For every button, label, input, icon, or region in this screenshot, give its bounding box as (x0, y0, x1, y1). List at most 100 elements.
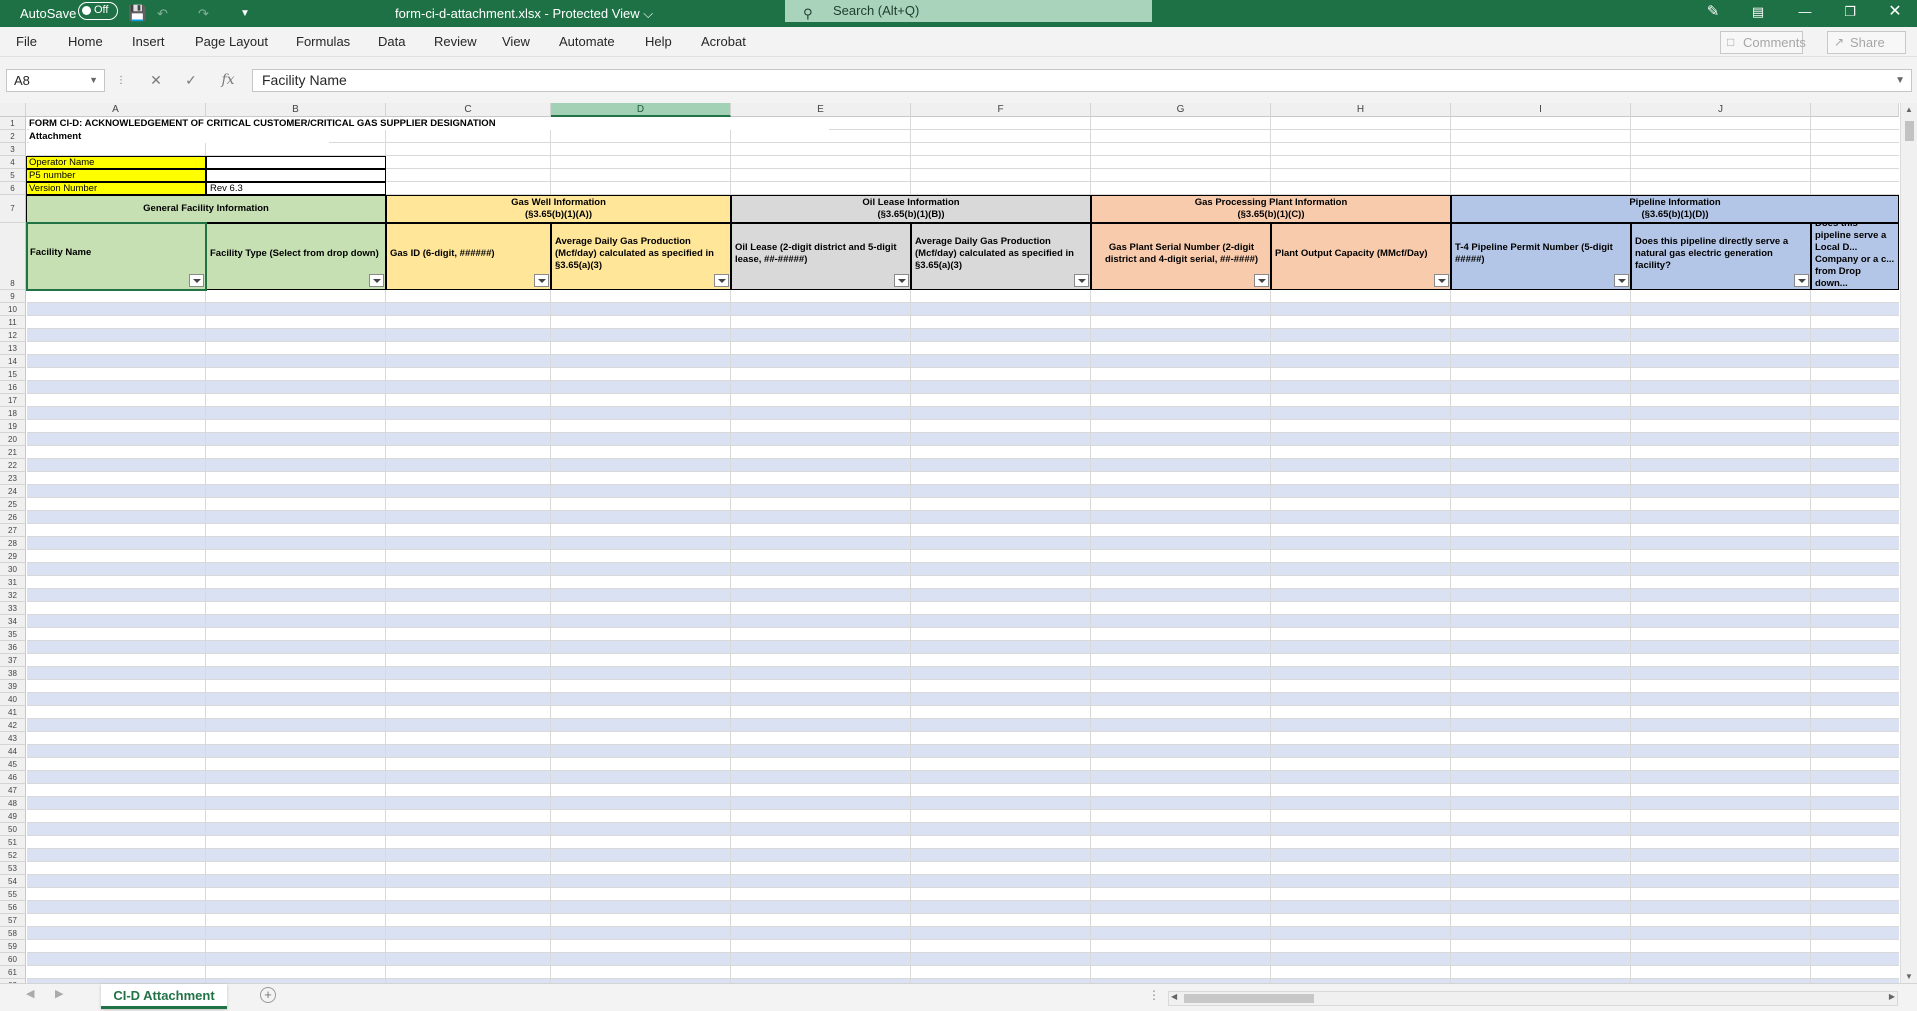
row-header[interactable]: 21 (0, 446, 26, 459)
header-gas-well-production[interactable]: Average Daily Gas Production (Mcf/day) c… (551, 223, 731, 290)
group-gas-well[interactable]: Gas Well Information (§3.65(b)(1)(A)) (386, 195, 731, 223)
name-box[interactable]: A8 ▼ (6, 69, 105, 92)
horizontal-scrollbar[interactable]: ◀ ▶ (1168, 991, 1898, 1006)
row-header[interactable]: 16 (0, 381, 26, 394)
row-header[interactable]: 33 (0, 602, 26, 615)
expand-formula-icon[interactable]: ▼ (1895, 70, 1905, 91)
row-header[interactable]: 37 (0, 654, 26, 667)
row-header[interactable]: 61 (0, 966, 26, 979)
row-header[interactable]: 40 (0, 693, 26, 706)
row-header[interactable]: 15 (0, 368, 26, 381)
menu-home[interactable]: Home (68, 27, 103, 57)
column-header-c[interactable]: C (386, 103, 551, 117)
sheet-tab-ci-d-attachment[interactable]: CI-D Attachment (101, 984, 227, 1009)
column-header-d[interactable]: D (551, 103, 731, 117)
worksheet-grid[interactable]: A B C D E F G H I J 1 2 3 4 5 6 7 8 9 10 11 12 13 14 15 16 17 18 19 2… (0, 103, 1917, 983)
scroll-right-icon[interactable]: ▶ (1889, 992, 1895, 1001)
minimize-icon[interactable]: — (1782, 0, 1828, 27)
ribbon-display-icon[interactable]: ▤ (1735, 0, 1781, 27)
form-subtitle[interactable]: Attachment (29, 130, 329, 143)
header-t4-permit-number[interactable]: T-4 Pipeline Permit Number (5-digit ####… (1451, 223, 1631, 290)
header-oil-lease[interactable]: Oil Lease (2-digit district and 5-digit … (731, 223, 911, 290)
cancel-icon[interactable]: ✕ (145, 69, 167, 92)
more-options-icon[interactable]: ⋮ (116, 69, 126, 92)
header-facility-type[interactable]: Facility Type (Select from drop down) (206, 223, 386, 290)
group-general-facility[interactable]: General Facility Information (26, 195, 386, 223)
row-header[interactable]: 42 (0, 719, 26, 732)
row-header[interactable]: 28 (0, 537, 26, 550)
header-gas-id[interactable]: Gas ID (6-digit, ######) (386, 223, 551, 290)
header-gas-plant-serial[interactable]: Gas Plant Serial Number (2-digit distric… (1091, 223, 1271, 290)
row-header[interactable]: 31 (0, 576, 26, 589)
row-header[interactable]: 43 (0, 732, 26, 745)
row-header[interactable]: 54 (0, 875, 26, 888)
row-header[interactable]: 38 (0, 667, 26, 680)
version-number-value[interactable]: Rev 6.3 (206, 182, 386, 195)
row-header[interactable]: 27 (0, 524, 26, 537)
header-electric-generation-filter-button[interactable] (1794, 274, 1809, 287)
row-header[interactable]: 47 (0, 784, 26, 797)
row-header[interactable]: 49 (0, 810, 26, 823)
horizontal-scroll-thumb[interactable] (1184, 994, 1314, 1003)
redo-icon[interactable]: ↷ (198, 0, 209, 27)
share-button[interactable]: ↗ Share (1827, 31, 1906, 54)
restore-icon[interactable]: ❐ (1827, 0, 1873, 27)
row-header[interactable]: 8 (0, 223, 26, 290)
row-header[interactable]: 57 (0, 914, 26, 927)
insert-function-icon[interactable]: fx (216, 69, 240, 92)
close-icon[interactable]: ✕ (1872, 0, 1917, 27)
row-header[interactable]: 7 (0, 195, 26, 223)
scroll-left-icon[interactable]: ◀ (1171, 992, 1177, 1001)
row-header[interactable]: 5 (0, 169, 26, 182)
row-header[interactable]: 30 (0, 563, 26, 576)
header-facility-type-filter-button[interactable] (369, 274, 384, 287)
search-box[interactable]: ⚲ Search (Alt+Q) (785, 0, 1152, 22)
menu-formulas[interactable]: Formulas (296, 27, 350, 57)
row-header[interactable]: 39 (0, 680, 26, 693)
operator-name-value[interactable] (206, 156, 386, 169)
select-all-corner[interactable] (0, 103, 26, 117)
menu-help[interactable]: Help (645, 27, 672, 57)
menu-automate[interactable]: Automate (559, 27, 615, 57)
column-header-a[interactable]: A (26, 103, 206, 117)
row-header[interactable]: 59 (0, 940, 26, 953)
header-gas-id-filter-button[interactable] (534, 274, 549, 287)
row-header[interactable]: 13 (0, 342, 26, 355)
menu-acrobat[interactable]: Acrobat (701, 27, 746, 57)
row-header[interactable]: 44 (0, 745, 26, 758)
row-header[interactable]: 2 (0, 130, 26, 143)
menu-view[interactable]: View (502, 27, 530, 57)
row-header[interactable]: 50 (0, 823, 26, 836)
row-header[interactable]: 1 (0, 117, 26, 130)
column-header-i[interactable]: I (1451, 103, 1631, 117)
menu-review[interactable]: Review (434, 27, 477, 57)
row-header[interactable]: 46 (0, 771, 26, 784)
header-oil-lease-production-filter-button[interactable] (1074, 274, 1089, 287)
row-header[interactable]: 45 (0, 758, 26, 771)
header-oil-lease-filter-button[interactable] (894, 274, 909, 287)
row-header[interactable]: 26 (0, 511, 26, 524)
header-t4-permit-number-filter-button[interactable] (1614, 274, 1629, 287)
comments-button[interactable]: □ Comments (1720, 31, 1806, 54)
row-header[interactable]: 34 (0, 615, 26, 628)
scroll-thumb[interactable] (1905, 121, 1914, 141)
header-plant-output-capacity-filter-button[interactable] (1434, 274, 1449, 287)
operator-name-label[interactable]: Operator Name (26, 156, 206, 169)
save-icon[interactable]: 💾 (128, 0, 147, 27)
menu-page-layout[interactable]: Page Layout (195, 27, 268, 57)
formula-input[interactable]: Facility Name ▼ (252, 69, 1912, 92)
row-header[interactable]: 51 (0, 836, 26, 849)
customize-toolbar-icon[interactable]: ▼ (240, 0, 250, 27)
menu-insert[interactable]: Insert (132, 27, 165, 57)
split-handle-icon[interactable]: ⋮ (1148, 988, 1160, 1002)
row-header[interactable]: 55 (0, 888, 26, 901)
column-header-e[interactable]: E (731, 103, 911, 117)
column-header-k[interactable] (1811, 103, 1899, 117)
row-header[interactable]: 12 (0, 329, 26, 342)
form-title[interactable]: FORM CI-D: ACKNOWLEDGEMENT OF CRITICAL C… (29, 117, 829, 130)
row-header[interactable]: 60 (0, 953, 26, 966)
row-header[interactable]: 3 (0, 143, 26, 156)
undo-icon[interactable]: ↶ (157, 0, 168, 27)
row-header[interactable]: 10 (0, 303, 26, 316)
row-header[interactable]: 4 (0, 156, 26, 169)
